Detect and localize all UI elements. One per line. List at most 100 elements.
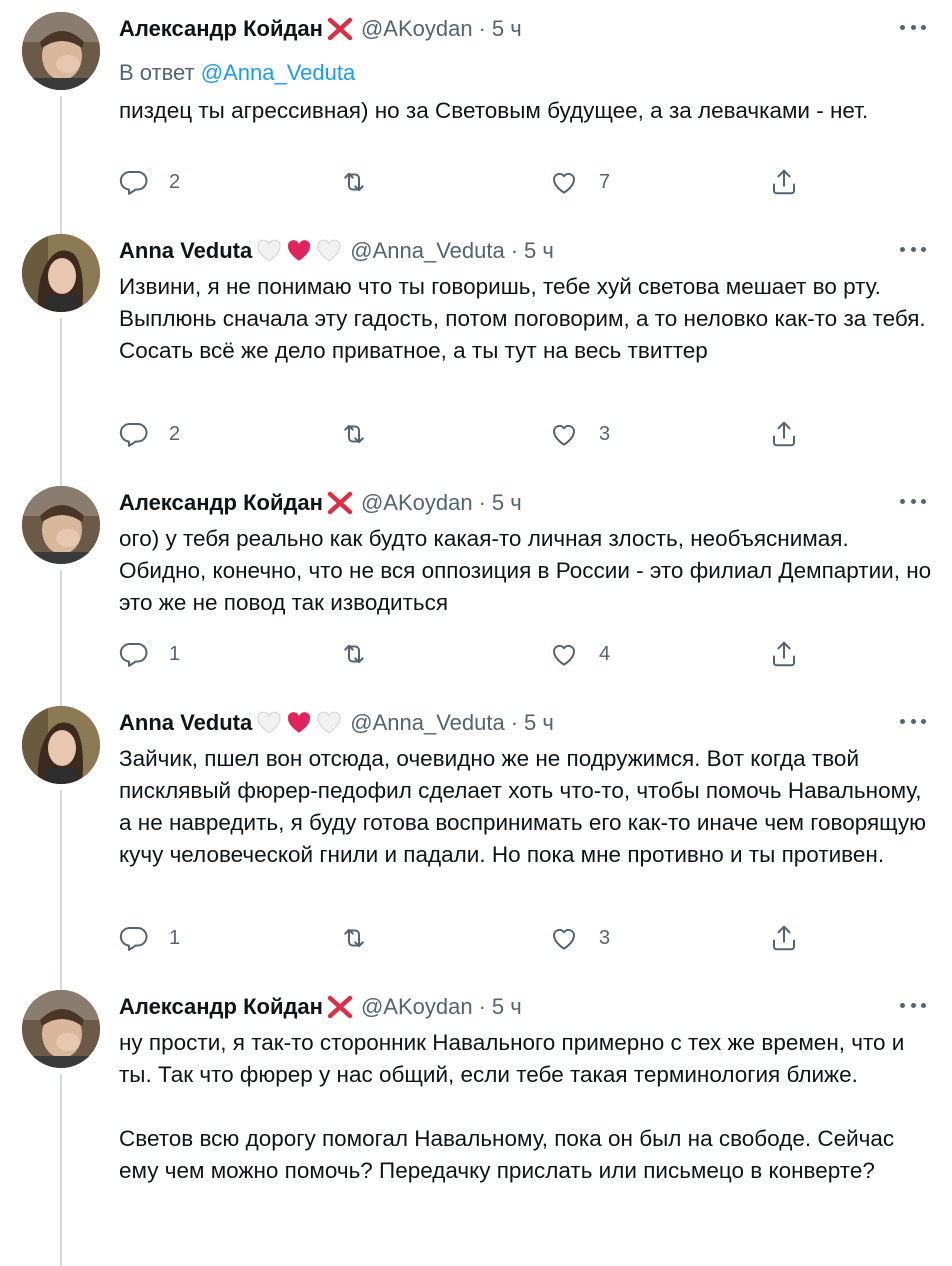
reply-count: 1 (169, 926, 181, 949)
timestamp[interactable]: 5 ч (492, 490, 522, 516)
share-button[interactable] (769, 634, 799, 674)
share-icon (773, 421, 795, 447)
share-button[interactable] (769, 414, 799, 454)
author-name[interactable]: Anna Veduta (119, 710, 252, 736)
avatar-alexandr[interactable] (22, 990, 100, 1068)
tweet-actions: 1 3 (119, 918, 819, 958)
author-name[interactable]: Александр Койдан (119, 490, 323, 516)
tweet-text: Извини, я не понимаю что ты говоришь, те… (119, 274, 932, 363)
timestamp[interactable]: 5 ч (492, 16, 522, 42)
reply-button[interactable]: 2 (119, 414, 180, 454)
like-button[interactable]: 4 (549, 634, 610, 674)
author-handle[interactable]: @AKoydan (361, 16, 473, 42)
thread-line (60, 570, 62, 708)
cross-mark-icon (327, 995, 353, 1019)
thread-line (60, 318, 62, 488)
share-button[interactable] (769, 162, 799, 202)
cross-mark-icon (327, 17, 353, 41)
author-handle[interactable]: @Anna_Veduta (350, 238, 504, 264)
avatar-anna[interactable] (22, 234, 100, 312)
separator-dot: · (478, 490, 486, 515)
like-count: 3 (599, 422, 611, 445)
retweet-button[interactable] (339, 634, 389, 674)
thread-line (60, 96, 62, 250)
avatar-anna[interactable] (22, 706, 100, 784)
reply-count: 1 (169, 642, 181, 665)
tweet-text: пиздец ты агрессивная) но за Световым бу… (119, 98, 869, 123)
retweet-icon (344, 172, 364, 192)
reply-icon (119, 926, 148, 951)
like-icon (553, 928, 575, 950)
like-count: 4 (599, 642, 611, 665)
author-handle[interactable]: @Anna_Veduta (350, 710, 504, 736)
tweet-header: Александр Койдан @AKoydan · 5 ч (119, 14, 952, 44)
share-icon (773, 925, 795, 951)
tweet-header: Александр Койдан @AKoydan · 5 ч (119, 488, 952, 518)
retweet-icon (344, 644, 364, 664)
name-emoji (254, 239, 344, 263)
white-heart-icon (257, 239, 281, 262)
like-count: 7 (599, 170, 611, 193)
like-icon (553, 644, 575, 666)
author-handle[interactable]: @AKoydan (361, 994, 473, 1020)
white-heart-icon (317, 239, 341, 262)
white-heart-icon (317, 711, 341, 734)
reply-to-prefix: В ответ (119, 60, 201, 85)
more-options-icon[interactable] (900, 998, 926, 1012)
tweet-header: Anna Veduta @Anna_Veduta · 5 ч (119, 708, 952, 738)
reply-count: 2 (169, 422, 181, 445)
red-heart-icon (288, 240, 311, 261)
white-heart-icon (257, 711, 281, 734)
tweet-actions: 2 7 (119, 162, 819, 202)
more-options-icon[interactable] (900, 714, 926, 728)
retweet-button[interactable] (339, 162, 389, 202)
separator-dot: · (510, 238, 519, 263)
retweet-icon (344, 424, 364, 444)
name-emoji (254, 711, 344, 735)
author-handle[interactable]: @AKoydan (361, 490, 473, 516)
tweet-text: Зайчик, пшел вон отсюда, очевидно же не … (119, 746, 933, 867)
like-count: 3 (599, 926, 611, 949)
avatar-alexandr[interactable] (22, 12, 100, 90)
retweet-button[interactable] (339, 414, 389, 454)
author-name[interactable]: Anna Veduta (119, 238, 252, 264)
tweet-text: ну прости, я так-то сторонник Навального… (119, 1030, 905, 1183)
more-options-icon[interactable] (900, 242, 926, 256)
name-emoji (325, 995, 355, 1019)
reply-button[interactable]: 1 (119, 918, 180, 958)
timestamp[interactable]: 5 ч (492, 994, 522, 1020)
timestamp[interactable]: 5 ч (524, 710, 554, 736)
like-button[interactable]: 3 (549, 414, 610, 454)
like-button[interactable]: 3 (549, 918, 610, 958)
reply-icon (119, 422, 148, 447)
like-icon (553, 424, 575, 446)
share-icon (773, 169, 795, 195)
tweet-text: ого) у тебя реально как будто какая-то л… (119, 526, 938, 615)
thread-line (60, 1074, 62, 1266)
like-icon (553, 172, 575, 194)
tweet-header: Anna Veduta @Anna_Veduta · 5 ч (119, 236, 952, 266)
reply-to-line: В ответ @Anna_Veduta (119, 60, 355, 86)
reply-count: 2 (169, 170, 181, 193)
like-button[interactable]: 7 (549, 162, 610, 202)
tweet-actions: 2 3 (119, 414, 819, 454)
reply-button[interactable]: 1 (119, 634, 180, 674)
name-emoji (325, 17, 355, 41)
timestamp[interactable]: 5 ч (524, 238, 554, 264)
retweet-button[interactable] (339, 918, 389, 958)
author-name[interactable]: Александр Койдан (119, 16, 323, 42)
tweet-header: Александр Койдан @AKoydan · 5 ч (119, 992, 952, 1022)
thread-line (60, 790, 62, 992)
red-heart-icon (288, 712, 311, 733)
share-button[interactable] (769, 918, 799, 958)
avatar-alexandr[interactable] (22, 486, 100, 564)
author-name[interactable]: Александр Койдан (119, 994, 323, 1020)
more-options-icon[interactable] (900, 20, 926, 34)
reply-to-mention[interactable]: @Anna_Veduta (201, 60, 355, 85)
separator-dot: · (510, 710, 519, 735)
separator-dot: · (478, 16, 486, 41)
reply-icon (119, 642, 148, 667)
more-options-icon[interactable] (900, 494, 926, 508)
reply-button[interactable]: 2 (119, 162, 180, 202)
tweet-actions: 1 4 (119, 634, 819, 674)
